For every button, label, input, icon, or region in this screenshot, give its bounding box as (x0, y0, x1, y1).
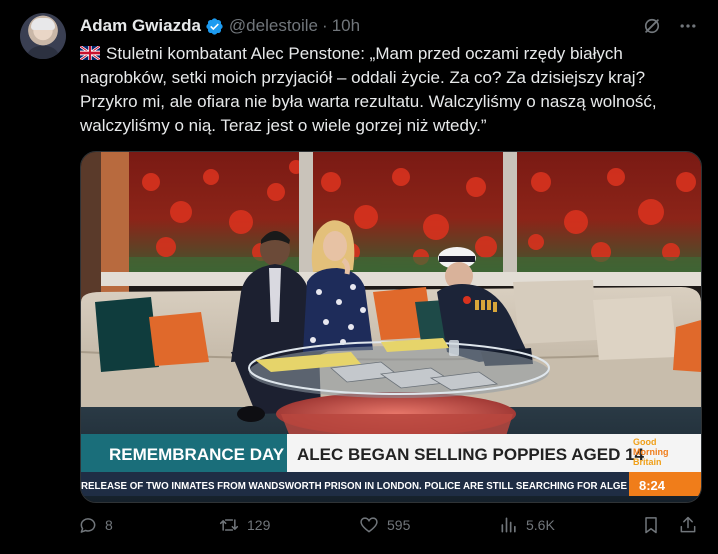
avatar-hair (31, 18, 55, 30)
post-video[interactable]: REMEMBRANCE DAY ALEC BEGAN SELLING POPPI… (80, 151, 702, 503)
views-button[interactable]: 5.6K (499, 515, 555, 535)
reply-count: 8 (105, 517, 113, 533)
separator-dot: · (322, 16, 328, 35)
grok-icon[interactable] (642, 16, 662, 36)
poppy-backdrop (129, 152, 701, 274)
gmb-logo-line3: Britain (633, 457, 662, 467)
more-options-icon[interactable] (678, 16, 698, 36)
like-count: 595 (387, 517, 411, 533)
broadcast-clock: 8:24 (639, 478, 666, 493)
uk-flag-icon (80, 46, 100, 60)
repost-icon (219, 519, 239, 531)
views-count: 5.6K (526, 517, 555, 533)
bookmark-button[interactable] (641, 515, 668, 535)
verified-badge-icon (206, 17, 223, 35)
post-time[interactable]: 10h (332, 16, 360, 36)
post-text-block: Stuletni kombatant Alec Penstone: „Mam p… (80, 42, 700, 138)
heart-icon (360, 517, 378, 533)
post-header: Adam Gwiazda @delestoile · 10h (80, 15, 360, 37)
share-button[interactable] (678, 515, 705, 535)
news-ticker: RELEASE OF TWO INMATES FROM WANDSWORTH P… (81, 480, 627, 492)
gmb-logo-line1: Good (633, 437, 657, 447)
reply-icon (80, 518, 96, 533)
video-frame: REMEMBRANCE DAY ALEC BEGAN SELLING POPPI… (81, 152, 701, 502)
lower-third-right-label: ALEC BEGAN SELLING POPPIES AGED 14 (297, 445, 645, 464)
post-text: Stuletni kombatant Alec Penstone: „Mam p… (80, 44, 657, 135)
repost-button[interactable]: 129 (218, 515, 270, 535)
engagement-bar: 8 129 595 5.6K (78, 515, 698, 541)
gmb-logo-line2: Morning (633, 447, 669, 457)
reply-button[interactable]: 8 (78, 515, 113, 535)
like-button[interactable]: 595 (358, 515, 410, 535)
author-name[interactable]: Adam Gwiazda (80, 16, 201, 36)
post-top-actions (642, 16, 698, 36)
avatar-suit (26, 46, 60, 59)
repost-count: 129 (247, 517, 271, 533)
author-avatar[interactable] (20, 13, 66, 59)
bookmark-icon (645, 517, 657, 534)
views-icon (501, 517, 516, 533)
author-handle[interactable]: @delestoile (229, 16, 318, 36)
lower-third-left-label: REMEMBRANCE DAY (109, 445, 285, 464)
share-icon (680, 516, 696, 533)
